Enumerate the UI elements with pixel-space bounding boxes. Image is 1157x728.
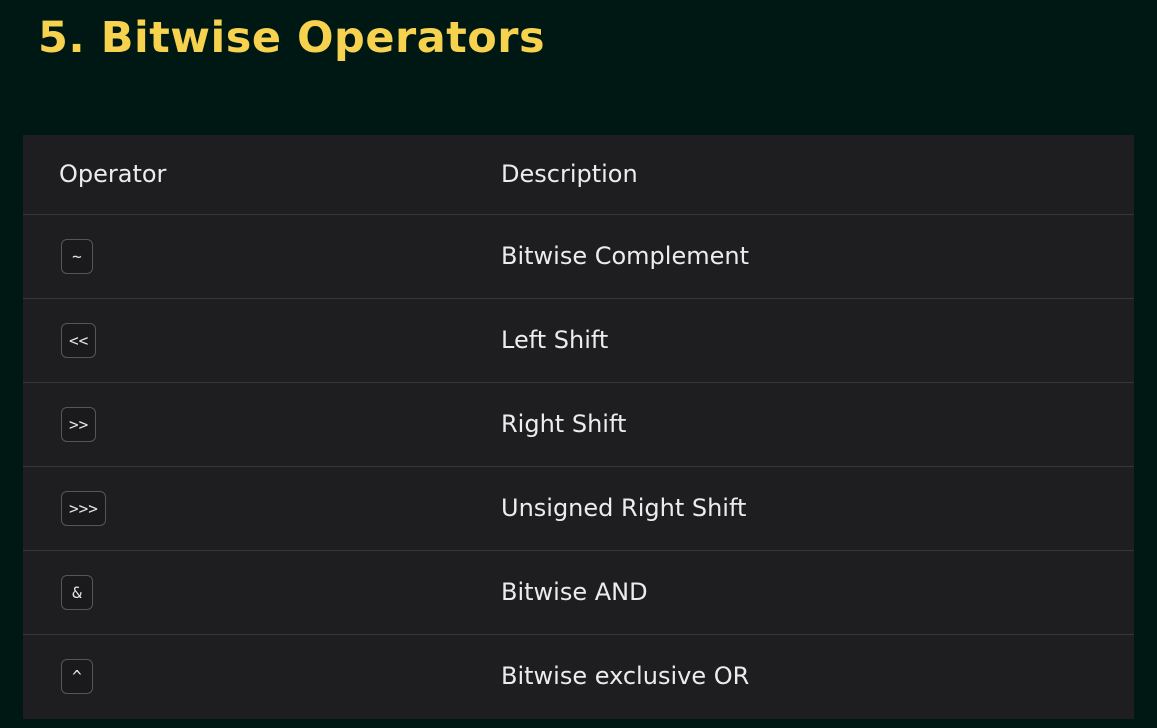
description-cell: Right Shift bbox=[501, 381, 1134, 466]
operator-cell: & bbox=[23, 549, 501, 634]
table-row: >> Right Shift bbox=[23, 381, 1134, 466]
operator-cell: >>> bbox=[23, 465, 501, 550]
table-row: ^ Bitwise exclusive OR bbox=[23, 633, 1134, 718]
description-cell: Left Shift bbox=[501, 297, 1134, 382]
description-cell: Bitwise AND bbox=[501, 549, 1134, 634]
operator-cell: ~ bbox=[23, 213, 501, 298]
description-cell: Bitwise exclusive OR bbox=[501, 633, 1134, 718]
operator-code: << bbox=[61, 322, 97, 358]
operator-cell: << bbox=[23, 297, 501, 382]
page-title: 5. Bitwise Operators bbox=[38, 13, 546, 63]
operator-cell: ^ bbox=[23, 633, 501, 718]
description-cell: Unsigned Right Shift bbox=[501, 465, 1134, 550]
operator-cell: >> bbox=[23, 381, 501, 466]
column-header-description: Description bbox=[501, 160, 638, 189]
table-header-row: Operator Description bbox=[23, 135, 1134, 214]
description-cell: Bitwise Complement bbox=[501, 213, 1134, 298]
operator-code: >>> bbox=[61, 490, 106, 526]
table-row: << Left Shift bbox=[23, 297, 1134, 382]
operator-code: ~ bbox=[61, 238, 93, 274]
operators-table-panel: Operator Description ~ Bitwise Complemen… bbox=[23, 135, 1134, 719]
table-row: ~ Bitwise Complement bbox=[23, 213, 1134, 298]
operator-code: & bbox=[61, 574, 93, 610]
table-row: & Bitwise AND bbox=[23, 549, 1134, 634]
operator-code: ^ bbox=[61, 658, 93, 694]
operator-code: >> bbox=[61, 406, 97, 442]
table-row: >>> Unsigned Right Shift bbox=[23, 465, 1134, 550]
operators-table: Operator Description ~ Bitwise Complemen… bbox=[23, 135, 1134, 718]
column-header-operator: Operator bbox=[59, 160, 167, 189]
